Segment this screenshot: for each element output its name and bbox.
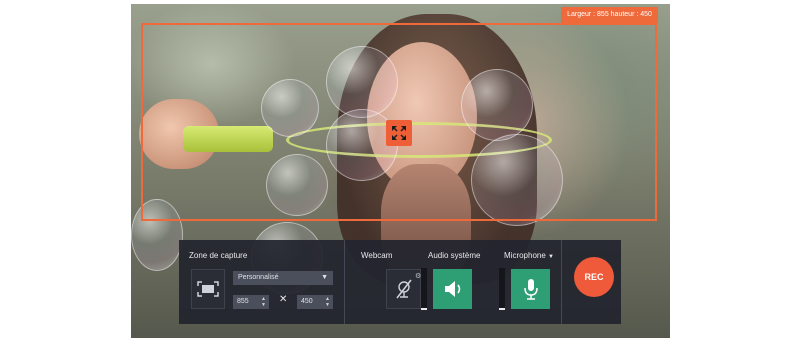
width-value: 855 bbox=[237, 298, 249, 305]
stepper-icon[interactable]: ▲ ▼ bbox=[325, 296, 330, 308]
webcam-label: Webcam bbox=[361, 251, 393, 260]
rec-button[interactable]: REC bbox=[574, 257, 614, 297]
chevron-down-icon: ▼ bbox=[548, 254, 554, 260]
divider bbox=[561, 240, 562, 324]
microphone-level-fill bbox=[499, 307, 505, 310]
system-audio-level bbox=[421, 268, 427, 310]
microphone-level bbox=[499, 268, 505, 310]
capture-area-button[interactable] bbox=[191, 269, 225, 309]
microphone-title: Microphone bbox=[504, 251, 546, 260]
height-input[interactable]: 450 ▲ ▼ bbox=[297, 295, 333, 309]
capture-zone-label: Zone de capture bbox=[189, 251, 248, 260]
chevron-down-icon: ▼ bbox=[321, 274, 328, 281]
times-sign: ✕ bbox=[279, 294, 288, 305]
size-label: Largeur : 855 hauteur : 450 bbox=[561, 7, 658, 23]
width-input[interactable]: 855 ▲ ▼ bbox=[233, 295, 269, 309]
microphone-label[interactable]: Microphone ▼ bbox=[504, 251, 554, 260]
control-panel: Zone de capture Personnalisé ▼ 855 ▲ ▼ ✕ … bbox=[179, 240, 621, 324]
system-audio-toggle[interactable] bbox=[433, 269, 472, 309]
speaker-icon bbox=[444, 281, 460, 297]
microphone-toggle[interactable] bbox=[511, 269, 550, 309]
move-handle[interactable] bbox=[386, 120, 412, 146]
divider bbox=[344, 240, 345, 324]
system-audio-level-fill bbox=[421, 307, 427, 310]
stepper-icon[interactable]: ▲ ▼ bbox=[261, 296, 266, 308]
capture-area-icon bbox=[197, 281, 219, 297]
preset-select[interactable]: Personnalisé ▼ bbox=[233, 271, 333, 285]
preset-value: Personnalisé bbox=[238, 274, 279, 281]
webcam-off-icon bbox=[395, 279, 412, 299]
system-audio-label: Audio système bbox=[428, 251, 481, 260]
height-value: 450 bbox=[301, 298, 313, 305]
move-arrows-icon bbox=[392, 126, 406, 140]
microphone-icon bbox=[523, 279, 538, 300]
